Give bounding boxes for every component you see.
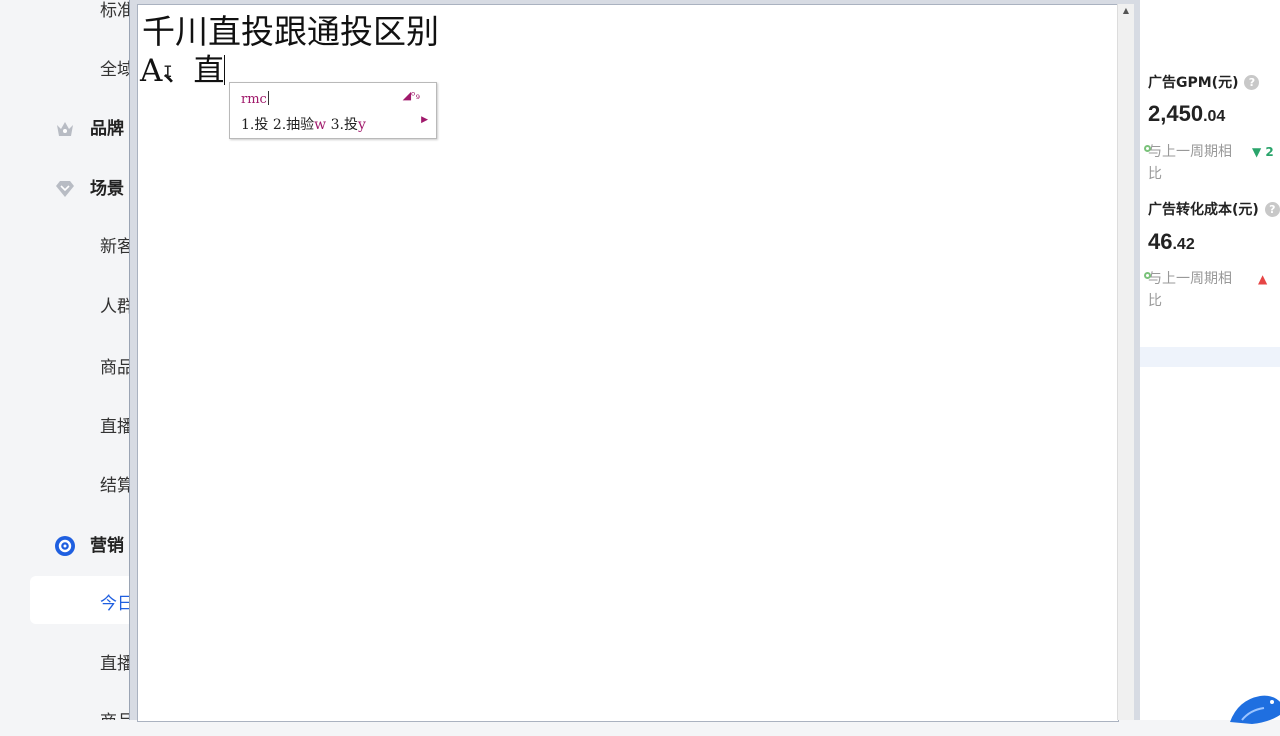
trend-value: 2 [1265, 145, 1274, 159]
crown-icon [54, 118, 76, 140]
triangle-up-icon: ▲ [1258, 272, 1268, 286]
ime-next-page-icon[interactable]: ▶ [421, 115, 428, 125]
help-icon[interactable]: ? [1264, 202, 1280, 217]
ime-composition-text: rmc [241, 92, 267, 107]
diamond-icon [54, 178, 76, 200]
ime-composition: rmc [241, 91, 269, 107]
sidebar-group-marketing[interactable]: 营销 [54, 531, 124, 557]
help-icon[interactable]: ? [1244, 75, 1260, 90]
editor-line-2: A、直 [140, 45, 226, 90]
trend-down-indicator: ▼ 2 [1252, 145, 1274, 159]
metric-value-dec: .04 [1203, 108, 1226, 125]
trend-up-indicator: ▲ [1258, 272, 1267, 286]
metric-value-int: 46 [1148, 229, 1173, 254]
scroll-up-arrow-icon[interactable]: ▲ [1118, 6, 1134, 15]
compare-dot-icon [1144, 272, 1151, 279]
sidebar-nav: 标准 全域 品牌 场景 新客 人群 商品 直播 结算 营销 今日 直播 商品 [0, 0, 140, 720]
text-caret [224, 55, 226, 85]
ime-candidate-suffix: y [357, 117, 366, 133]
ime-candidate-text: 抽验 [286, 117, 315, 133]
sidebar-group-label: 营销 [90, 536, 124, 556]
metric-label-text: 广告转化成本(元) [1148, 202, 1259, 218]
ime-logo-icon: ◢ᵒ₉ [402, 89, 420, 102]
compass-icon [54, 535, 76, 557]
triangle-down-icon: ▼ [1252, 145, 1262, 159]
sidebar-group-label: 场景 [90, 179, 124, 199]
metric-value-cost: 46.42 [1148, 229, 1195, 255]
ibeam-cursor-icon: I [163, 62, 173, 81]
metric-label-text: 广告GPM(元) [1148, 75, 1239, 91]
editor-line-2-text: A、直 [140, 53, 225, 89]
ime-candidate-index: 1. [241, 117, 255, 133]
ime-candidate-window: rmc ◢ᵒ₉ 1.投 2.抽验w 3.投y ▶ [229, 82, 437, 139]
compare-text: 与上一周期相比 [1148, 271, 1232, 309]
ime-candidate-list: 1.投 2.抽验w 3.投y [241, 114, 366, 134]
sidebar-group-scene[interactable]: 场景 [54, 174, 124, 200]
ime-candidate-text: 投 [343, 117, 358, 133]
stats-panel: 广告GPM(元)? 2,450.04 与上一周期相比 ▼ 2 广告转化成本(元)… [1140, 0, 1280, 720]
sidebar-group-label: 品牌 [90, 119, 124, 139]
metric-label-gpm: 广告GPM(元)? [1148, 72, 1260, 92]
ime-caret [267, 91, 269, 105]
ime-candidate-index: 2. [272, 117, 287, 133]
metric-compare-cost: 与上一周期相比 [1144, 268, 1243, 312]
ime-candidate-index: 3. [330, 117, 344, 133]
ime-candidate-suffix: w [314, 117, 327, 133]
ime-candidate-3[interactable]: 3.投y [331, 117, 366, 133]
ime-candidate-text: 投 [254, 117, 269, 133]
compare-text: 与上一周期相比 [1148, 144, 1232, 182]
sidebar-group-brand[interactable]: 品牌 [54, 114, 124, 140]
compare-dot-icon [1144, 145, 1151, 152]
ime-candidate-2[interactable]: 2.抽验w [273, 117, 326, 133]
metric-label-cost: 广告转化成本(元)? [1148, 199, 1280, 219]
metric-value-dec: .42 [1172, 236, 1195, 253]
vertical-scrollbar[interactable]: ▲ [1117, 4, 1134, 720]
ime-candidate-1[interactable]: 1.投 [241, 117, 268, 133]
metric-value-int: 2,450 [1148, 101, 1204, 126]
metric-value-gpm: 2,450.04 [1148, 101, 1225, 127]
metric-compare-gpm: 与上一周期相比 [1144, 141, 1243, 185]
mascot-fish-icon[interactable] [1228, 682, 1280, 732]
panel-divider-band [1140, 347, 1280, 367]
